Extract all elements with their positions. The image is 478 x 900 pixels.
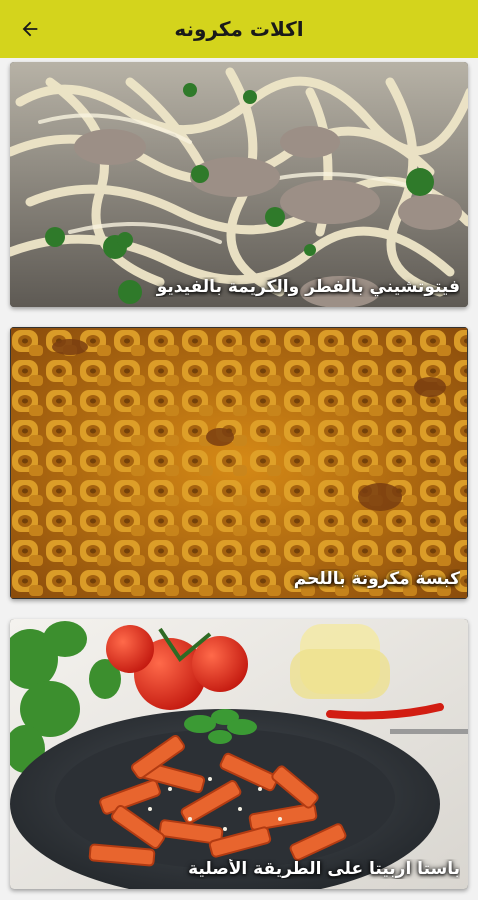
recipe-title: فيتوتشيني بالفطر والكريمة بالفيديو: [156, 277, 460, 297]
recipe-card-kabsa[interactable]: كبسة مكرونة باللحم: [10, 327, 468, 599]
back-button[interactable]: [14, 13, 46, 45]
fettuccine-photo: [10, 62, 468, 307]
recipe-card-fettuccine[interactable]: فيتوتشيني بالفطر والكريمة بالفيديو: [10, 62, 468, 307]
recipe-title: كبسة مكرونة باللحم: [293, 569, 460, 589]
page-title: اكلات مكرونه: [174, 17, 304, 41]
app-header: اكلات مكرونه: [0, 0, 478, 58]
recipe-card-arrabbiata[interactable]: باستا اربيتا على الطريقة الأصلية: [10, 619, 468, 889]
recipe-title: باستا اربيتا على الطريقة الأصلية: [188, 859, 460, 879]
kabsa-photo: [10, 327, 468, 599]
arrabbiata-photo: [10, 619, 468, 889]
arrow-left-icon: [22, 21, 38, 37]
